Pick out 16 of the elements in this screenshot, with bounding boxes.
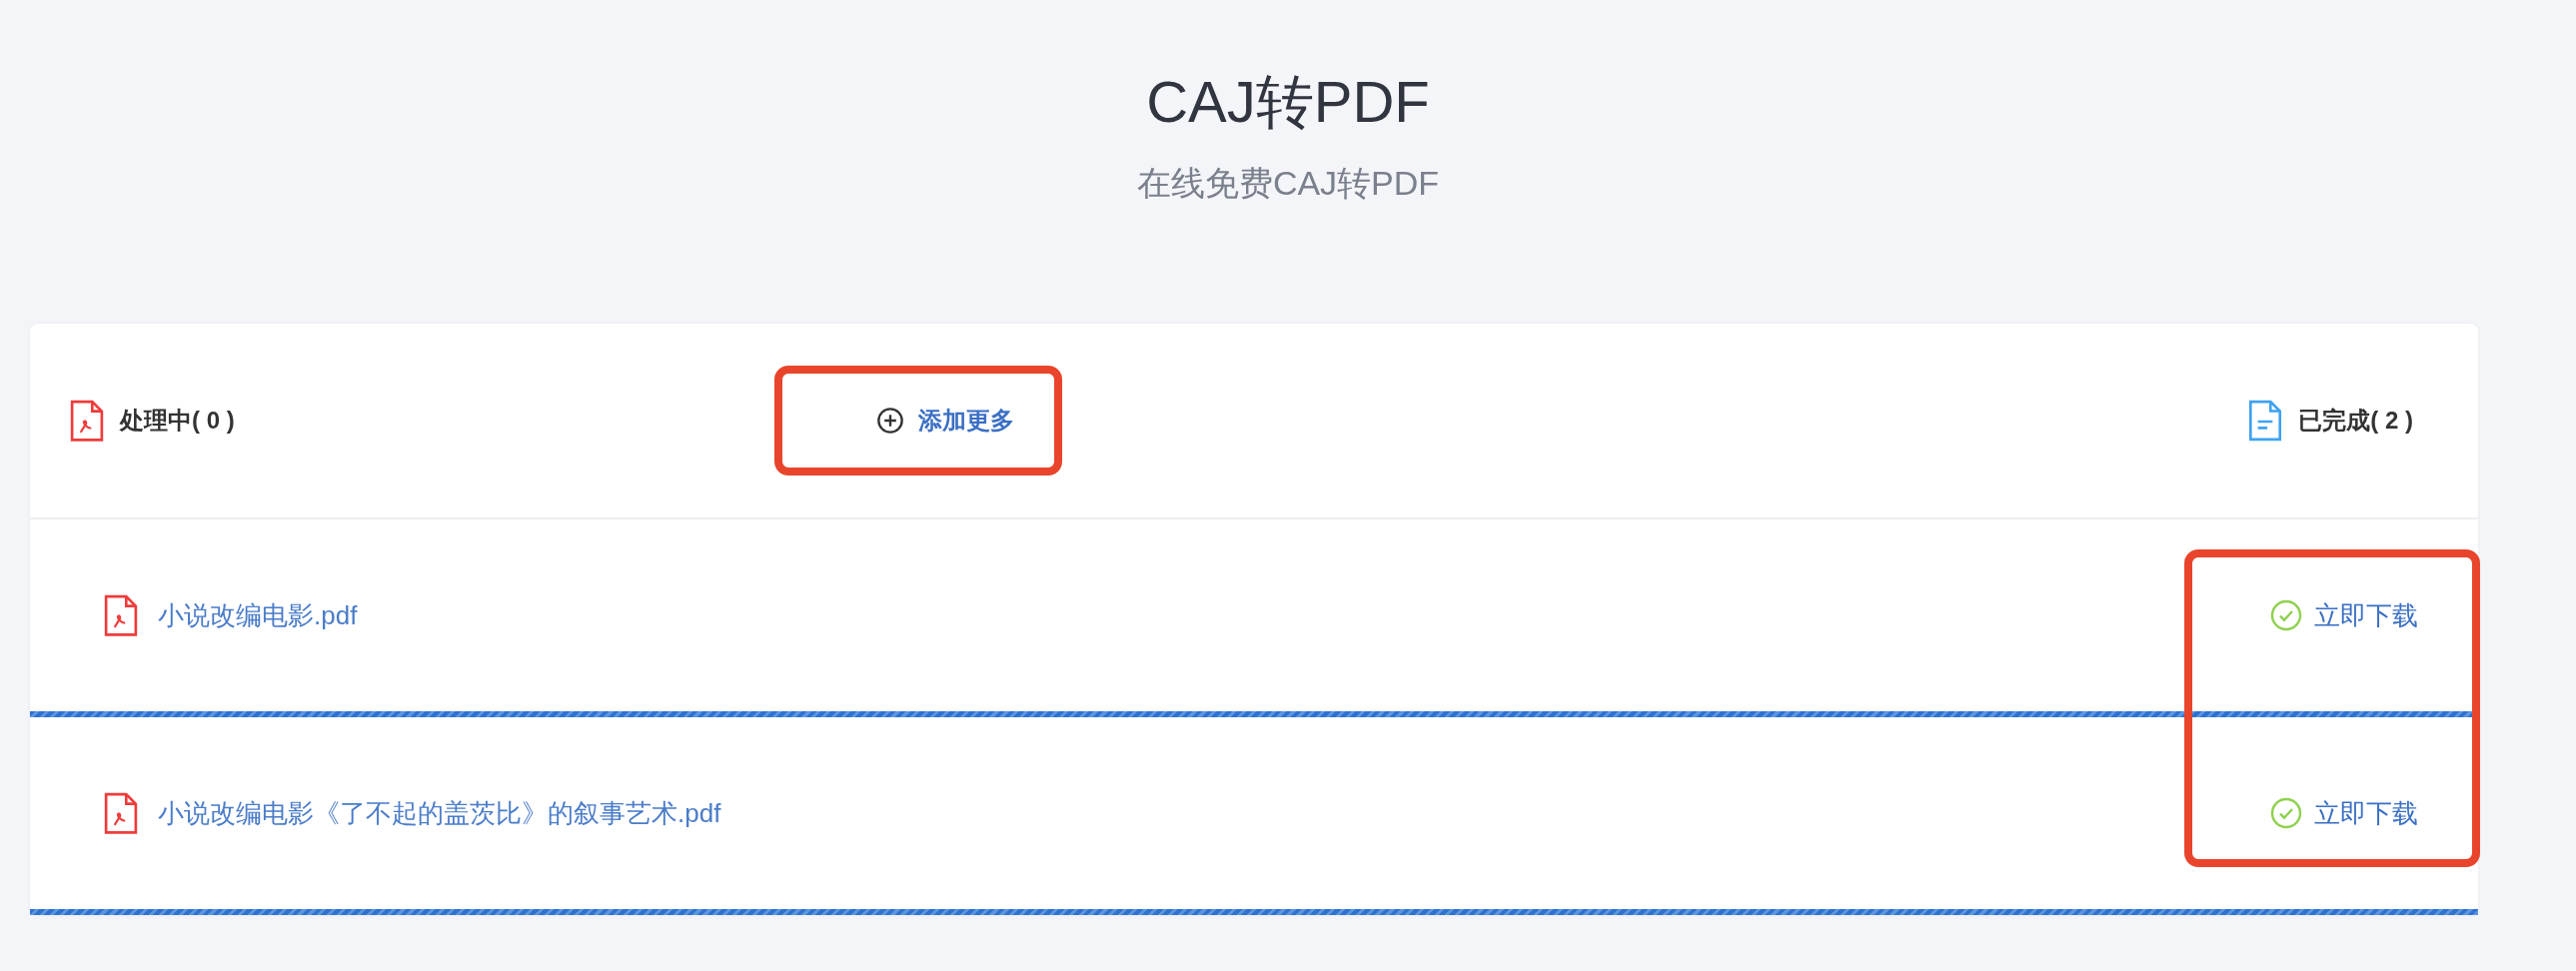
check-circle-icon xyxy=(2270,599,2302,631)
pdf-file-icon xyxy=(104,593,138,637)
file-name: 小说改编电影.pdf xyxy=(158,598,358,632)
check-circle-icon xyxy=(2270,797,2302,829)
page-title: CAJ转PDF xyxy=(1146,68,1430,136)
pdf-file-icon xyxy=(70,399,104,443)
pdf-file-icon xyxy=(104,791,138,835)
download-link[interactable]: 立即下载 xyxy=(2270,795,2418,831)
completed-label: 已完成( 2 ) xyxy=(2298,406,2413,436)
download-link[interactable]: 立即下载 xyxy=(2270,597,2418,633)
processing-label: 处理中( 0 ) xyxy=(120,406,235,436)
plus-circle-icon xyxy=(875,407,904,435)
page-subtitle: 在线免费CAJ转PDF xyxy=(1136,163,1440,204)
add-more-button[interactable]: 添加更多 xyxy=(773,366,1062,476)
file-name: 小说改编电影《了不起的盖茨比》的叙事艺术.pdf xyxy=(158,796,721,830)
document-icon xyxy=(2248,400,2283,442)
